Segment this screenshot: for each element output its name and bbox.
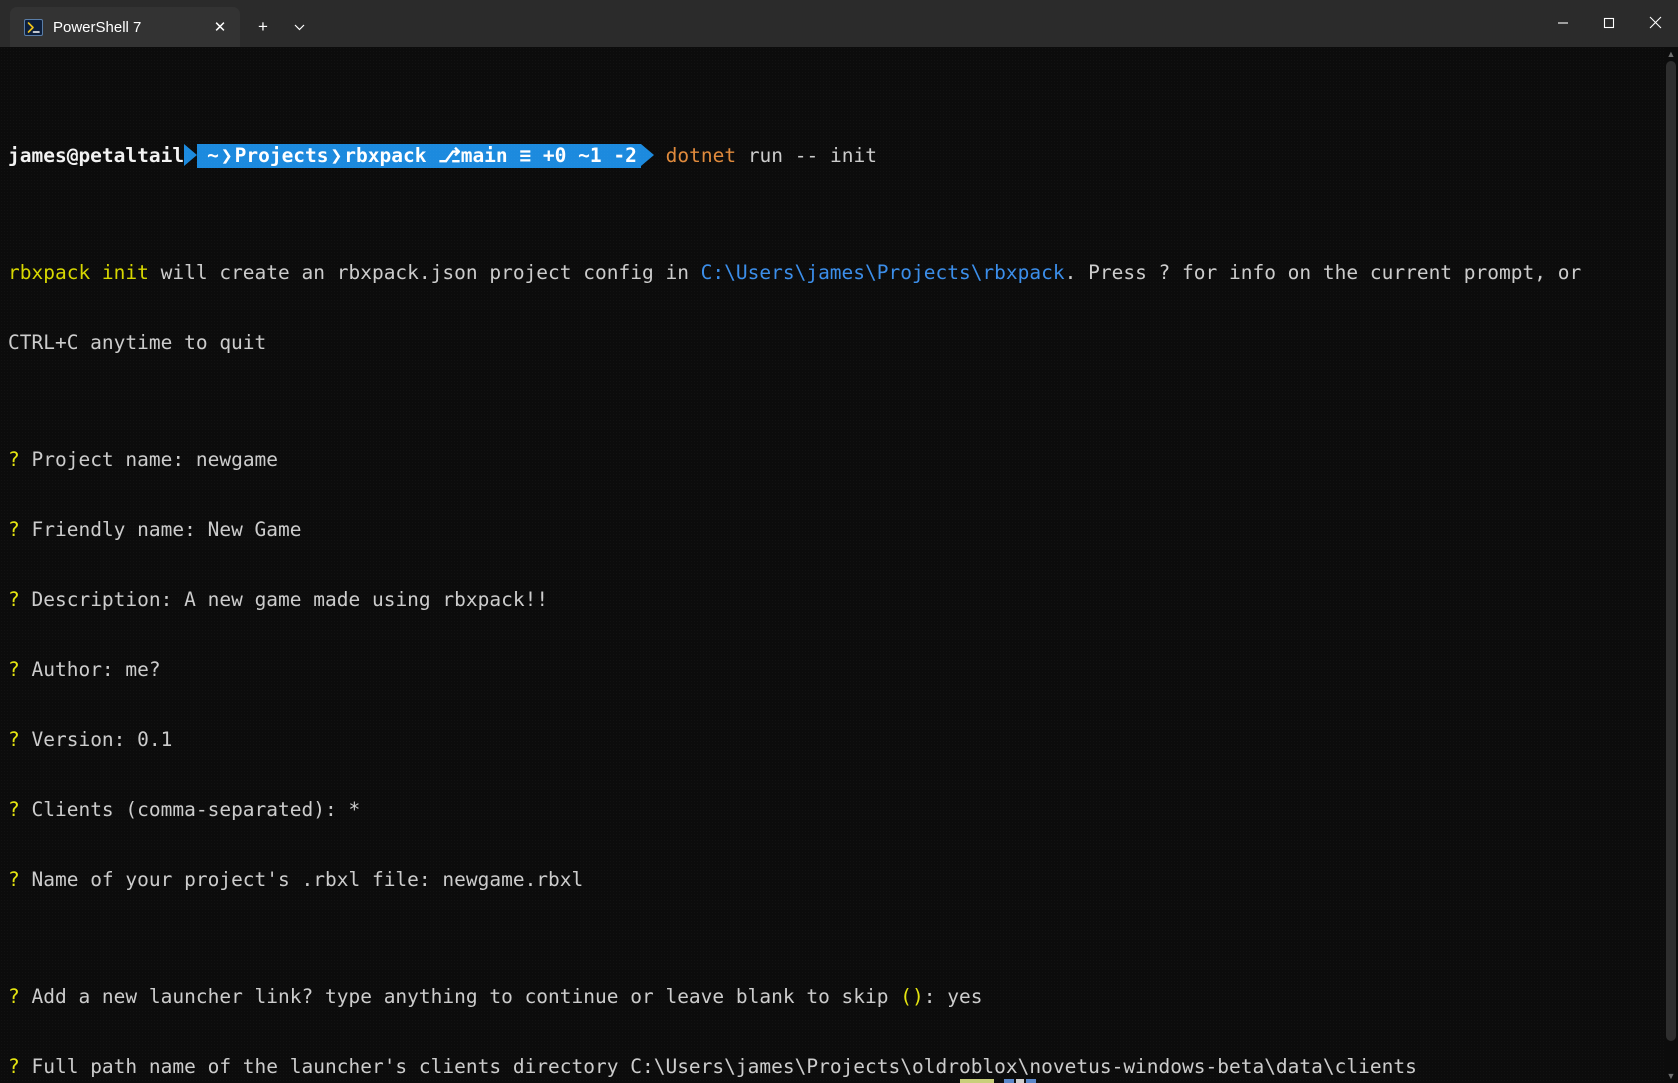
chevron-down-icon[interactable] [282, 10, 316, 44]
question-answer: New Game [207, 517, 302, 541]
git-status-icon: ≡ [519, 144, 532, 168]
terminal-window: PowerShell 7 ✕ + james@petaltail ~ ❯ Pro… [0, 0, 1678, 1083]
question-answer: yes [947, 984, 983, 1008]
question-row-launcher-add-1: ? Add a new launcher link? type anything… [8, 985, 1664, 1008]
prompt-branch: main [460, 144, 508, 168]
close-tab-icon[interactable]: ✕ [206, 13, 234, 41]
close-icon [1649, 16, 1661, 29]
question-label: Add a new launcher link? type anything t… [19, 984, 901, 1008]
question-mark-icon: ? [8, 447, 20, 471]
prompt-cap-left [184, 144, 198, 167]
question-row: ? Author: me? [8, 658, 1664, 681]
question-row: ? Description: A new game made using rbx… [8, 588, 1664, 611]
question-default-paren: () [900, 984, 924, 1008]
question-answer: A new game made using rbxpack!! [184, 587, 549, 611]
intro-command: rbxpack init [8, 261, 149, 285]
question-row-clients-dir: ? Full path name of the launcher's clien… [8, 1055, 1664, 1078]
intro-line-1: rbxpack init will create an rbxpack.json… [8, 261, 1664, 284]
tab-strip: PowerShell 7 ✕ + [0, 0, 316, 47]
scroll-down-arrow-icon[interactable]: ▼ [1664, 1069, 1678, 1083]
question-mark-icon: ? [8, 868, 20, 892]
intro-text-1: will create an rbxpack.json project conf… [148, 261, 701, 285]
question-row: ? Project name: newgame [8, 448, 1664, 471]
tab-title: PowerShell 7 [53, 18, 142, 36]
scrollbar[interactable]: ▲ ▼ [1664, 47, 1678, 1083]
prompt-home-icon: ~ [207, 144, 219, 168]
intro-line-2-text: CTRL+C anytime to quit [8, 331, 267, 355]
question-answer: me? [125, 657, 161, 681]
question-label: Project name: [19, 447, 196, 471]
question-answer: newgame [195, 447, 279, 471]
git-staged: +0 [542, 144, 567, 168]
maximize-button[interactable] [1586, 0, 1632, 45]
terminal-viewport[interactable]: james@petaltail ~ ❯ Projects ❯ rbxpack ⎇main … [0, 47, 1678, 1083]
question-answer: * [348, 798, 361, 821]
question-row: ? Clients (comma-separated): * [8, 798, 1664, 821]
git-branch-icon: ⎇ [438, 144, 461, 168]
command-args-dotnet: run -- init [736, 144, 877, 168]
question-answer: 0.1 [137, 727, 173, 751]
question-row: ? Friendly name: New Game [8, 518, 1664, 541]
intro-line-2: CTRL+C anytime to quit [8, 331, 1664, 354]
question-label: Clients (comma-separated): [19, 798, 349, 821]
question-mark-icon: ? [8, 517, 20, 541]
git-modified: ~1 [578, 144, 602, 168]
window-controls [1540, 0, 1678, 45]
prompt-segment-1: ~ ❯ Projects ❯ rbxpack ⎇main ≡ +0 ~1 -2 [197, 144, 641, 168]
prompt-user-host: james@petaltail [8, 144, 185, 168]
question-mark-icon: ? [8, 657, 20, 681]
question-row: ? Version: 0.1 [8, 728, 1664, 751]
prompt-separator-icon: ❯ [220, 144, 233, 168]
terminal-output[interactable]: james@petaltail ~ ❯ Projects ❯ rbxpack ⎇main … [0, 47, 1664, 1083]
question-label: Name of your project's .rbxl file: [19, 868, 443, 892]
minimize-icon [1558, 21, 1568, 24]
question-answer: newgame.rbxl [442, 868, 584, 892]
minimize-button[interactable] [1540, 0, 1586, 45]
intro-path: C:\Users\james\Projects\rbxpack [700, 261, 1065, 285]
question-mark-icon: ? [8, 1054, 20, 1078]
chevron-down-glyph [294, 24, 304, 30]
scrollbar-thumb[interactable] [1666, 61, 1676, 1041]
question-mark-icon: ? [8, 798, 20, 821]
maximize-icon [1603, 17, 1615, 28]
new-tab-button[interactable]: + [246, 10, 280, 44]
question-label: Description: [19, 587, 185, 611]
command-name-dotnet: dotnet [665, 144, 737, 168]
question-colon: : [923, 984, 948, 1008]
prompt-separator-icon-2: ❯ [330, 144, 343, 168]
intro-text-2: . Press ? for info on the current prompt… [1064, 261, 1582, 285]
title-bar[interactable]: PowerShell 7 ✕ + [0, 0, 1678, 47]
question-row: ? Name of your project's .rbxl file: new… [8, 868, 1664, 891]
question-mark-icon: ? [8, 984, 20, 1008]
powershell-icon [24, 18, 43, 37]
question-mark-icon: ? [8, 727, 20, 751]
question-mark-icon: ? [8, 587, 20, 611]
question-answer: C:\Users\james\Projects\oldroblox\novetu… [630, 1054, 1417, 1078]
question-label: Friendly name: [19, 517, 208, 541]
scroll-up-arrow-icon[interactable]: ▲ [1664, 47, 1678, 61]
prompt-line-1: james@petaltail ~ ❯ Projects ❯ rbxpack ⎇main … [8, 144, 1664, 168]
prompt-dir-2: rbxpack [344, 144, 427, 168]
git-deleted: -2 [613, 144, 637, 168]
prompt-cap-right [640, 144, 654, 167]
question-label: Full path name of the launcher's clients… [19, 1054, 631, 1078]
question-label: Author: [19, 657, 126, 681]
question-label: Version: [19, 727, 138, 751]
tab-powershell-7[interactable]: PowerShell 7 ✕ [10, 7, 240, 47]
prompt-dir-1: Projects [234, 144, 329, 168]
close-window-button[interactable] [1632, 0, 1678, 45]
